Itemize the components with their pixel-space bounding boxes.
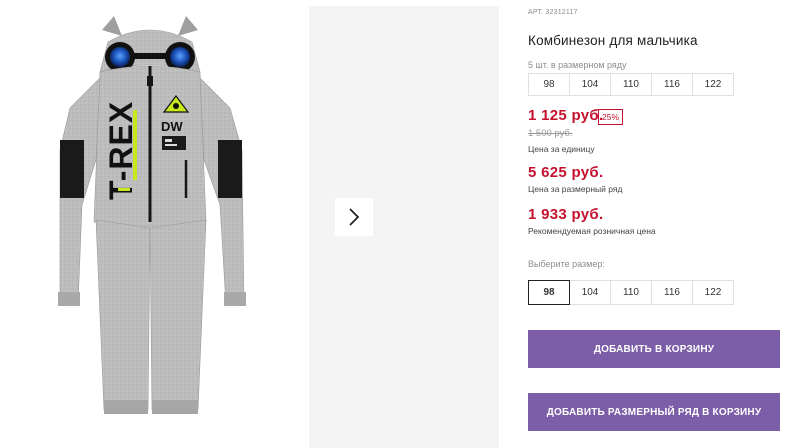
row-price: 5 625 руб. (528, 164, 604, 181)
size-select-label: Выберите размер: (528, 259, 605, 269)
size-row-cell: 110 (610, 73, 652, 96)
size-row-list: 98 104 110 116 122 (528, 73, 734, 96)
chevron-right-icon (349, 208, 360, 226)
unit-price-caption: Цена за единицу (528, 144, 595, 154)
discount-badge: 25% (598, 109, 624, 125)
rrp-price: 1 933 руб. (528, 206, 604, 223)
size-option-110[interactable]: 110 (610, 280, 652, 305)
old-price: 1 500 руб. (528, 128, 573, 139)
size-selector: 98 104 110 116 122 (528, 280, 734, 305)
product-sku: АРТ. 32312117 (528, 9, 578, 16)
size-option-116[interactable]: 116 (651, 280, 693, 305)
unit-price: 1 125 руб. (528, 107, 604, 124)
svg-text:DW: DW (161, 119, 183, 134)
gallery-next-button[interactable] (335, 198, 373, 236)
row-price-caption: Цена за размерный ряд (528, 184, 623, 194)
size-row-note: 5 шт. в размерном ряду (528, 60, 627, 70)
size-option-122[interactable]: 122 (692, 280, 734, 305)
size-row-cell: 116 (651, 73, 693, 96)
size-option-98[interactable]: 98 (528, 280, 570, 305)
product-title: Комбинезон для мальчика (528, 33, 698, 48)
product-main-image[interactable]: T-REX DW (0, 0, 300, 448)
add-size-row-to-cart-button[interactable]: ДОБАВИТЬ РАЗМЕРНЫЙ РЯД В КОРЗИНУ (528, 393, 780, 431)
size-row-cell: 98 (528, 73, 570, 96)
size-row-cell: 104 (569, 73, 611, 96)
rrp-price-caption: Рекомендуемая розничная цена (528, 226, 656, 236)
add-to-cart-button[interactable]: ДОБАВИТЬ В КОРЗИНУ (528, 330, 780, 368)
size-row-cell: 122 (692, 73, 734, 96)
jumpsuit-illustration: T-REX DW (58, 16, 246, 414)
size-option-104[interactable]: 104 (569, 280, 611, 305)
